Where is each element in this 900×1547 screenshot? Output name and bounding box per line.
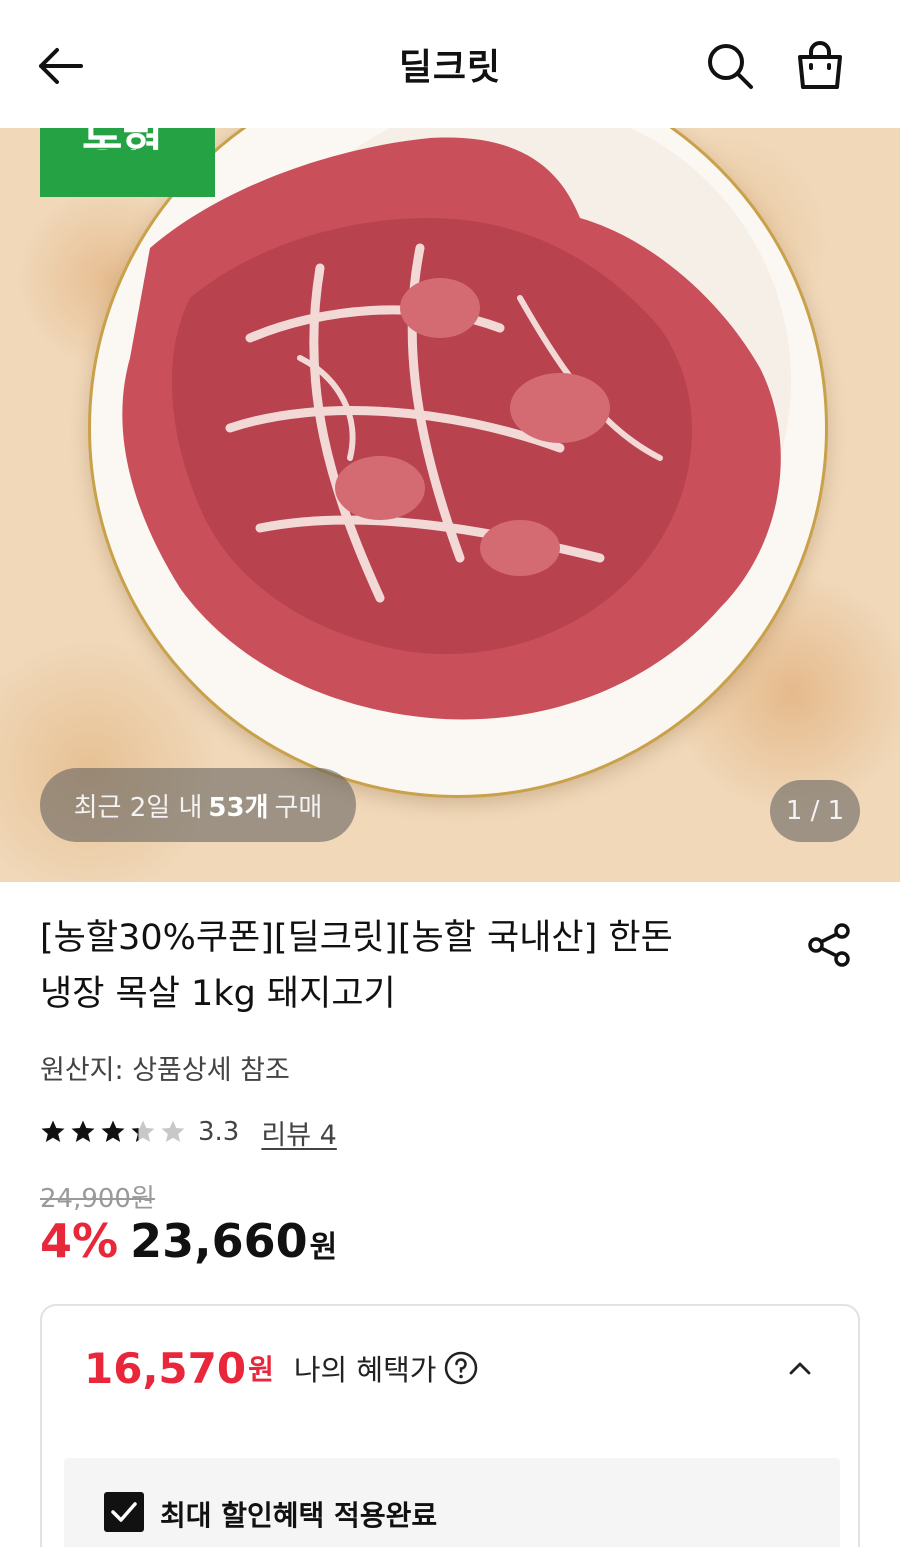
applied-benefit-label: 최대 할인혜택 적용완료	[160, 1499, 438, 1532]
benefit-price: 16,570	[84, 1343, 247, 1393]
sale-price-row: 4% 23,660 원	[40, 1214, 337, 1274]
star-icon	[131, 1120, 155, 1142]
cart-button[interactable]	[788, 34, 852, 98]
recent-purchase-badge: 최근 2일 내 53개 구매	[40, 768, 356, 842]
question-circle-icon[interactable]	[444, 1351, 478, 1385]
benefit-price-panel: 16,570 원 나의 혜택가 최대 할인혜택 적용완료	[40, 1304, 860, 1547]
rating-row: 3.3 리뷰 4	[40, 1112, 337, 1152]
sale-price: 23,660	[130, 1214, 308, 1268]
review-link[interactable]: 리뷰 4	[261, 1113, 336, 1152]
benefit-label: 나의 혜택가	[293, 1353, 437, 1387]
collapse-button[interactable]	[782, 1350, 818, 1386]
purchase-count: 53개	[208, 792, 269, 823]
search-icon	[708, 44, 753, 89]
checkmark-icon	[111, 1502, 137, 1522]
page-title: 딜크릿	[398, 47, 502, 88]
price-unit: 원	[309, 1230, 338, 1265]
star-icon	[101, 1120, 125, 1142]
discount-rate: 4%	[40, 1214, 119, 1268]
share-button[interactable]	[800, 916, 858, 974]
search-button[interactable]	[698, 34, 762, 98]
rating-value: 3.3	[198, 1117, 240, 1147]
original-price: 24,900원	[40, 1184, 155, 1214]
app-header: 딜크릿	[0, 0, 900, 128]
brand-badge: 농협	[40, 128, 215, 197]
star-icon	[71, 1120, 95, 1142]
shopping-bag-icon	[798, 41, 842, 89]
star-icon	[161, 1120, 185, 1142]
product-title: [농할30%쿠폰][딜크릿][농할 국내산] 한돈 냉장 목살 1kg 돼지고기	[40, 918, 673, 1014]
star-icon	[41, 1120, 65, 1142]
benefit-checkbox[interactable]	[104, 1492, 144, 1532]
applied-benefit-panel: 최대 할인혜택 적용완료	[64, 1458, 840, 1547]
image-page-indicator: 1 / 1	[770, 780, 860, 842]
share-icon	[808, 923, 850, 967]
star-rating	[40, 1119, 190, 1145]
chevron-up-icon	[789, 1362, 811, 1375]
benefit-price-unit: 원	[248, 1353, 274, 1386]
benefit-header[interactable]: 16,570 원 나의 혜택가	[42, 1306, 858, 1430]
product-image[interactable]: 농협 최근 2일 내 53개 구매 1 / 1	[0, 128, 900, 882]
origin-info: 원산지: 상품상세 참조	[40, 1055, 290, 1086]
